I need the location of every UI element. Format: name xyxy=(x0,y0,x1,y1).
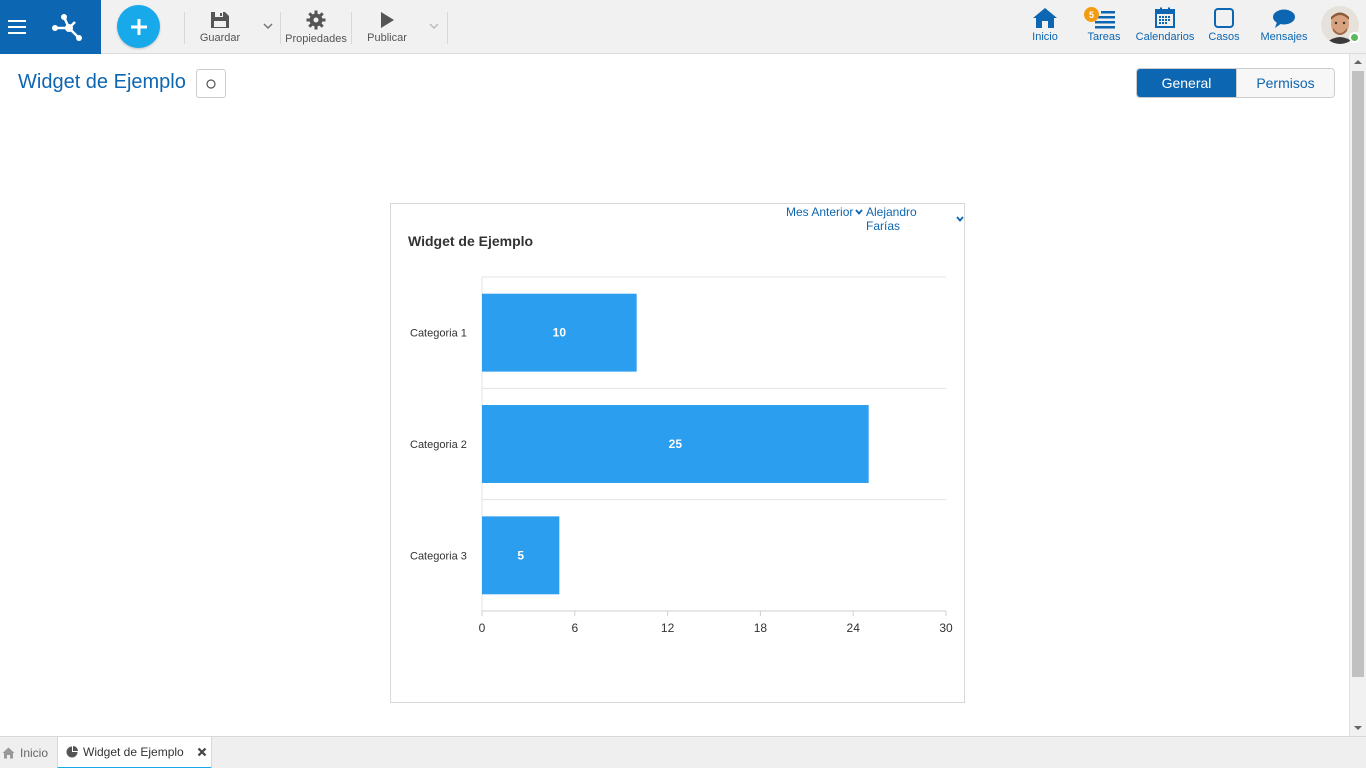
calendar-icon xyxy=(1155,7,1175,28)
chevron-down-icon xyxy=(429,23,439,29)
speech-bubble-icon xyxy=(1273,9,1295,28)
save-label: Guardar xyxy=(199,31,241,44)
nav-calendars[interactable]: Calendarios xyxy=(1134,0,1196,54)
x-tick-label: 30 xyxy=(939,621,953,635)
publish-label: Publicar xyxy=(367,31,407,44)
publish-options-dropdown[interactable] xyxy=(428,20,440,32)
nav-calendars-label: Calendarios xyxy=(1135,31,1195,43)
view-switcher: General Permisos xyxy=(1136,68,1335,98)
chevron-down-icon xyxy=(263,23,273,29)
category-label: Categoria 1 xyxy=(410,328,467,340)
toolbar-separator xyxy=(184,12,185,44)
x-tick-label: 24 xyxy=(847,621,861,635)
nav-cases-label: Casos xyxy=(1208,31,1240,43)
top-bar: Guardar Propiedades Publicar Inicio Tare… xyxy=(0,0,1366,54)
bottom-tab-widget-label: Widget de Ejemplo xyxy=(83,745,184,759)
nav-home-label: Inicio xyxy=(1032,31,1058,43)
tab-permisos[interactable]: Permisos xyxy=(1236,69,1334,97)
pie-chart-icon xyxy=(66,746,78,758)
x-tick-label: 0 xyxy=(479,621,486,635)
toolbar-separator xyxy=(280,12,281,44)
nav-messages-label: Mensajes xyxy=(1260,31,1308,43)
save-button[interactable]: Guardar xyxy=(196,0,244,54)
nav-home[interactable]: Inicio xyxy=(1026,0,1064,54)
arrow-up-icon xyxy=(1354,60,1362,64)
online-status-indicator xyxy=(1349,32,1360,43)
x-tick-label: 6 xyxy=(571,621,578,635)
gear-icon xyxy=(306,10,326,29)
bottom-tab-widget[interactable]: Widget de Ejemplo xyxy=(57,737,212,768)
add-button[interactable] xyxy=(117,5,160,48)
menu-button[interactable] xyxy=(0,0,34,54)
toolbar-separator xyxy=(351,12,352,44)
nav-messages[interactable]: Mensajes xyxy=(1258,0,1310,54)
page-title: Widget de Ejemplo xyxy=(18,71,186,93)
properties-label: Propiedades xyxy=(285,32,347,45)
category-label: Categoria 2 xyxy=(410,439,467,451)
close-icon[interactable] xyxy=(197,747,207,757)
widget-panel: Mes Anterior Alejandro Farías Widget de … xyxy=(390,203,965,703)
publish-button[interactable]: Publicar xyxy=(364,0,410,54)
bar-data-label: 25 xyxy=(669,437,683,451)
home-icon xyxy=(1033,8,1057,28)
properties-button[interactable]: Propiedades xyxy=(284,0,348,54)
plus-icon xyxy=(130,18,147,35)
arrow-down-icon xyxy=(1354,726,1362,730)
bar-chart: 10 Categoria 1 25 Categoria 2 5 Categoria 3 0 6… xyxy=(410,276,953,635)
tab-general[interactable]: General xyxy=(1137,69,1236,97)
tasks-count-badge: 5 xyxy=(1084,7,1099,22)
floppy-disk-icon xyxy=(211,11,229,28)
save-options-dropdown[interactable] xyxy=(262,20,274,32)
vertical-scrollbar[interactable] xyxy=(1349,54,1366,736)
toolbar-separator xyxy=(447,12,448,44)
app-logo[interactable] xyxy=(34,0,101,54)
cases-icon xyxy=(1214,8,1234,28)
bottom-tab-inicio[interactable]: Inicio xyxy=(0,737,58,768)
x-tick-label: 12 xyxy=(661,621,675,635)
bar-data-label: 10 xyxy=(553,326,567,340)
bottom-tab-inicio-label: Inicio xyxy=(20,746,49,760)
x-tick-label: 18 xyxy=(754,621,768,635)
scroll-up-button[interactable] xyxy=(1350,54,1366,70)
nav-tasks[interactable]: Tareas 5 xyxy=(1084,0,1124,54)
bottom-tab-bar: Inicio Widget de Ejemplo xyxy=(0,736,1366,768)
nav-cases[interactable]: Casos xyxy=(1206,0,1242,54)
scroll-down-button[interactable] xyxy=(1350,720,1366,736)
hamburger-icon xyxy=(8,20,26,34)
circle-icon xyxy=(206,78,216,89)
logo-icon xyxy=(51,14,82,41)
play-icon xyxy=(381,11,394,28)
bar-data-label: 5 xyxy=(517,548,524,562)
scrollbar-thumb[interactable] xyxy=(1352,71,1364,677)
home-icon xyxy=(2,747,15,759)
category-label: Categoria 3 xyxy=(410,550,467,562)
status-toggle-button[interactable] xyxy=(196,69,226,98)
nav-tasks-label: Tareas xyxy=(1087,31,1121,43)
